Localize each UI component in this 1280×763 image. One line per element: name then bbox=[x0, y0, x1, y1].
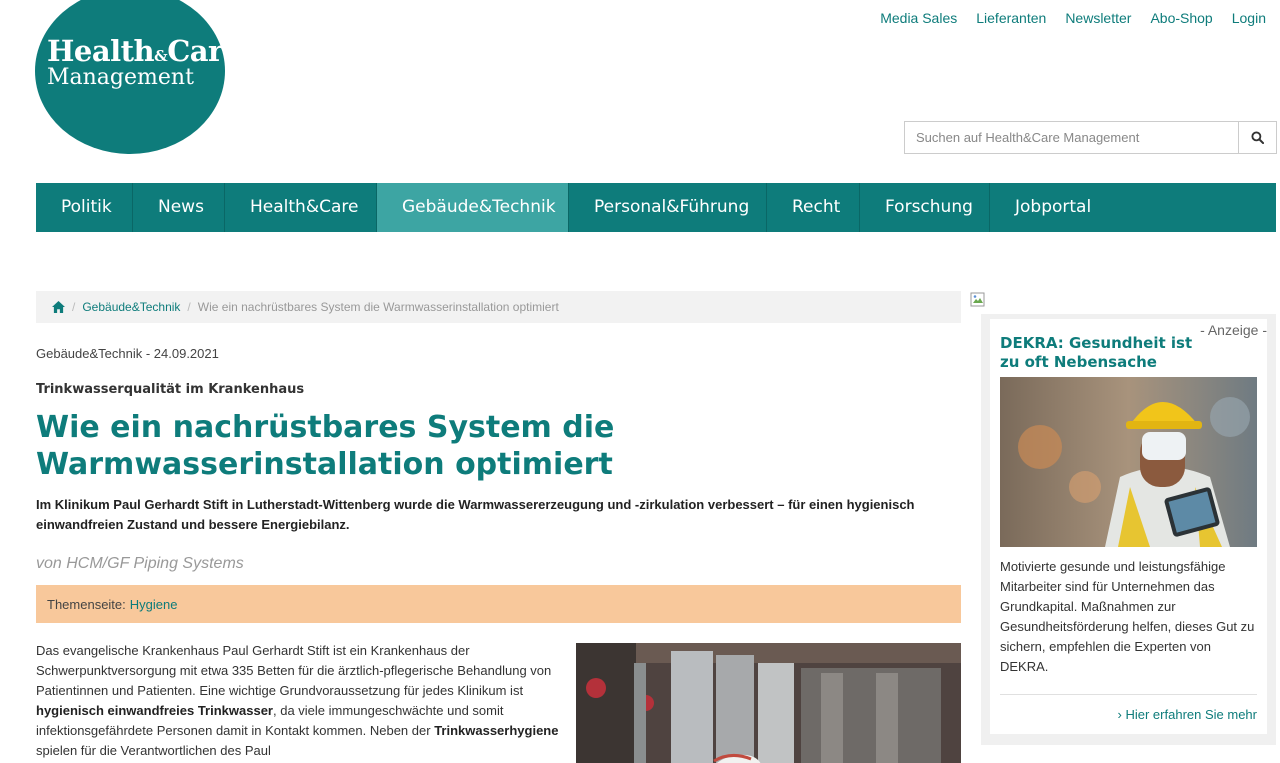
ad-label: - Anzeige - bbox=[1200, 322, 1267, 338]
toplink-lieferanten[interactable]: Lieferanten bbox=[976, 10, 1046, 26]
ad-box: - Anzeige - DEKRA: Gesundheit ist zu oft… bbox=[981, 314, 1276, 745]
search-box bbox=[904, 121, 1277, 154]
broken-image-icon bbox=[970, 292, 985, 307]
article-lead: Im Klinikum Paul Gerhardt Stift in Luthe… bbox=[36, 497, 915, 532]
topic-label: Themenseite: bbox=[47, 596, 126, 612]
article-kicker: Trinkwasserqualität im Krankenhaus bbox=[36, 382, 305, 397]
ad-text: Motivierte gesunde und leistungsfähige M… bbox=[1000, 559, 1255, 674]
main-nav: Politik News Health&Care Gebäude&Technik… bbox=[36, 183, 1276, 232]
nav-item-recht[interactable]: Recht bbox=[767, 183, 860, 232]
topic-bar: Themenseite: Hygiene bbox=[36, 585, 961, 623]
nav-item-gebaeude-technik[interactable]: Gebäude&Technik bbox=[377, 183, 569, 232]
nav-item-news[interactable]: News bbox=[133, 183, 225, 232]
breadcrumb-section-link[interactable]: Gebäude&Technik bbox=[82, 300, 180, 314]
ad-divider bbox=[1000, 694, 1257, 695]
top-links: Media Sales Lieferanten Newsletter Abo-S… bbox=[861, 10, 1266, 26]
nav-item-forschung[interactable]: Forschung bbox=[860, 183, 990, 232]
toplink-login[interactable]: Login bbox=[1232, 10, 1266, 26]
breadcrumb-separator: / bbox=[72, 300, 76, 314]
breadcrumb-current: Wie ein nachrüstbares System die Warmwas… bbox=[197, 300, 559, 314]
ad-card[interactable]: - Anzeige - DEKRA: Gesundheit ist zu oft… bbox=[990, 319, 1267, 734]
search-input[interactable] bbox=[905, 122, 1238, 153]
home-icon[interactable] bbox=[52, 301, 65, 313]
search-icon bbox=[1251, 131, 1264, 144]
toplink-newsletter[interactable]: Newsletter bbox=[1065, 10, 1131, 26]
toplink-abo-shop[interactable]: Abo-Shop bbox=[1150, 10, 1212, 26]
topic-link-hygiene[interactable]: Hygiene bbox=[130, 597, 178, 612]
article-photo bbox=[576, 643, 961, 763]
logo-line-1: Health&Care bbox=[47, 34, 241, 68]
article-meta: Gebäude&Technik - 24.09.2021 bbox=[36, 346, 219, 361]
nav-item-health-care[interactable]: Health&Care bbox=[225, 183, 377, 232]
article-headline: Wie ein nachrüstbares System die Warmwas… bbox=[36, 410, 615, 482]
nav-item-personal-fuehrung[interactable]: Personal&Führung bbox=[569, 183, 767, 232]
article-author: von HCM/GF Piping Systems bbox=[36, 555, 244, 572]
breadcrumb-separator: / bbox=[187, 300, 191, 314]
search-button[interactable] bbox=[1238, 122, 1276, 153]
nav-item-politik[interactable]: Politik bbox=[36, 183, 133, 232]
logo-line-2: Management bbox=[47, 65, 194, 90]
nav-item-jobportal[interactable]: Jobportal bbox=[990, 183, 1110, 232]
ad-more-link[interactable]: › Hier erfahren Sie mehr bbox=[1118, 707, 1257, 722]
ad-title[interactable]: DEKRA: Gesundheit ist zu oft Nebensache bbox=[1000, 334, 1200, 372]
breadcrumb: / Gebäude&Technik / Wie ein nachrüstbare… bbox=[36, 291, 961, 323]
ad-image[interactable] bbox=[1000, 377, 1257, 547]
article-body: Das evangelische Krankenhaus Paul Gerhar… bbox=[36, 643, 559, 758]
toplink-media-sales[interactable]: Media Sales bbox=[880, 10, 957, 26]
site-logo[interactable]: Health&Care Management bbox=[35, 0, 241, 154]
